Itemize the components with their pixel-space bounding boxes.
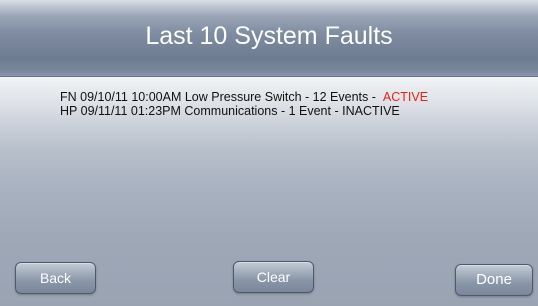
back-button[interactable]: Back [15,262,96,294]
clear-button[interactable]: Clear [233,261,314,293]
fault-status-inactive: INACTIVE [342,104,400,118]
title-bar: Last 10 System Faults [0,0,538,77]
fault-status-active: ACTIVE [382,90,429,104]
system-faults-screen: Last 10 System Faults FN 09/10/11 10:00A… [0,0,538,306]
fault-entry: FN 09/10/11 10:00AM Low Pressure Switch … [60,90,428,104]
fault-entry: HP 09/11/11 01:23PM Communications - 1 E… [60,104,400,118]
page-title: Last 10 System Faults [145,22,393,50]
fault-entry-text: HP 09/11/11 01:23PM Communications - 1 E… [60,104,339,118]
done-button[interactable]: Done [455,264,533,296]
fault-entry-text: FN 09/10/11 10:00AM Low Pressure Switch … [60,90,376,104]
